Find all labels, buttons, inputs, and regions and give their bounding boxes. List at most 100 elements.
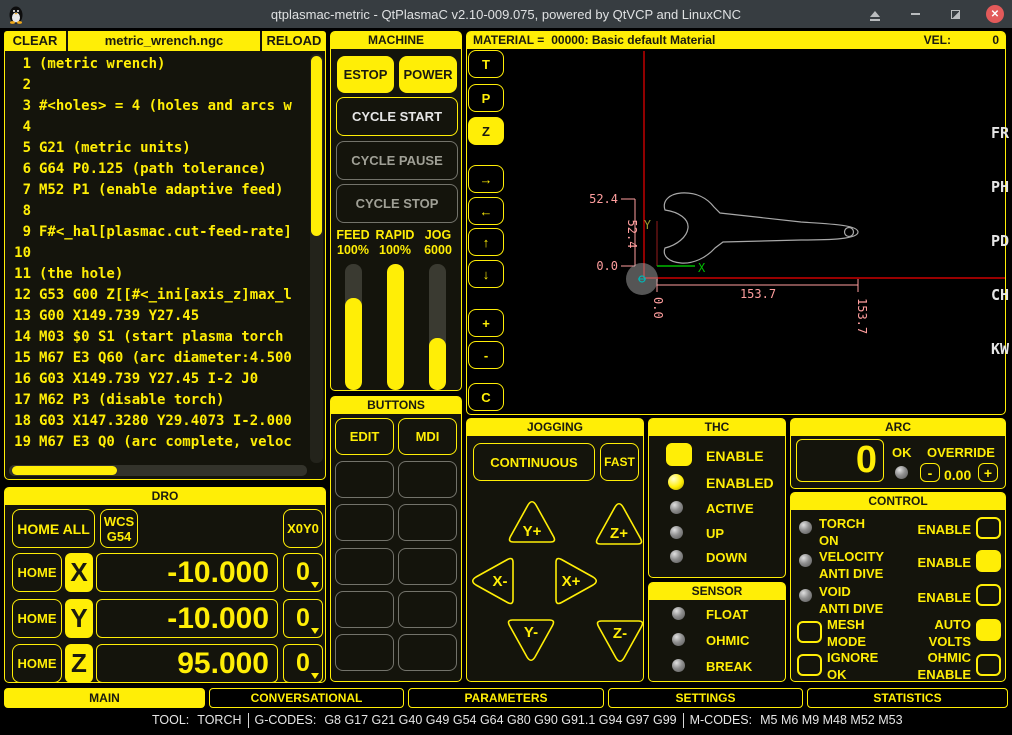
gcode-line[interactable]: 13G00 X149.739 Y27.45	[7, 306, 307, 327]
home-all-button[interactable]: HOME ALL	[12, 509, 95, 548]
jog-y-plus-button[interactable]: Y+	[506, 499, 558, 545]
clear-plot-button[interactable]: C	[468, 383, 504, 411]
gcode-line[interactable]: 8	[7, 201, 307, 222]
jog-y-minus-button[interactable]: Y-	[505, 617, 557, 663]
chevron-down-icon	[311, 582, 319, 588]
gcode-line[interactable]: 4	[7, 117, 307, 138]
ignore-ok-checkbox[interactable]	[797, 654, 822, 676]
view-top-button[interactable]: T	[468, 50, 504, 78]
view-z-button[interactable]: Z	[468, 117, 504, 145]
jog-continuous-button[interactable]: CONTINUOUS	[473, 443, 595, 481]
velocity-enable-checkbox[interactable]	[976, 550, 1001, 572]
wcs-button[interactable]: WCS G54	[100, 509, 138, 548]
arc-override-minus-button[interactable]: -	[920, 463, 940, 482]
gcode-line[interactable]: 11(the hole)	[7, 264, 307, 285]
gcode-line[interactable]: 19M67 E3 Q0 (arc complete, veloc	[7, 432, 307, 453]
material-value[interactable]: 00000: Basic default Material	[551, 32, 715, 49]
tab-statistics[interactable]: STATISTICS	[807, 688, 1008, 708]
jog-override-label: JOG	[416, 228, 460, 242]
gcode-line[interactable]: 3#<holes> = 4 (holes and arcs w	[7, 96, 307, 117]
x-offset-dropdown[interactable]: 0	[283, 553, 323, 592]
user-button-empty[interactable]	[335, 591, 394, 628]
jog-x-plus-button[interactable]: X+	[553, 555, 599, 607]
pan-left-button[interactable]: ←	[468, 197, 504, 225]
home-z-button[interactable]: HOME	[12, 644, 62, 683]
tab-parameters[interactable]: PARAMETERS	[408, 688, 604, 708]
gcode-horizontal-scrollbar[interactable]	[9, 465, 307, 476]
user-button-empty[interactable]	[335, 634, 394, 671]
view-perspective-button[interactable]: P	[468, 84, 504, 112]
pan-down-button[interactable]: ↓	[468, 260, 504, 288]
gcode-line[interactable]: 9F#<_hal[plasmac.cut-feed-rate]	[7, 222, 307, 243]
gcode-line[interactable]: 14M03 $0 S1 (start plasma torch	[7, 327, 307, 348]
x0y0-button[interactable]: X0Y0	[283, 509, 323, 548]
scrollbar-thumb[interactable]	[311, 56, 322, 236]
user-button-empty[interactable]	[335, 548, 394, 585]
gcode-line[interactable]: 5G21 (metric units)	[7, 138, 307, 159]
arc-ok-led	[895, 466, 908, 479]
void-enable-checkbox[interactable]	[976, 584, 1001, 606]
preview-canvas[interactable]: 52.4 52.4 0.0 153.7 0.0 153.7 X Y	[468, 49, 1005, 414]
gcode-line[interactable]: 18G03 X147.3280 Y29.4073 I-2.000	[7, 411, 307, 432]
user-button-empty[interactable]	[335, 504, 394, 541]
ohmic-enable-checkbox[interactable]	[976, 654, 1001, 676]
thc-panel: THC ENABLE ENABLED ACTIVE UP DOWN	[648, 418, 786, 578]
gcode-line[interactable]: 16G03 X149.739 Y27.45 I-2 J0	[7, 369, 307, 390]
reload-button[interactable]: RELOAD	[260, 31, 326, 51]
gcode-line[interactable]: 17M62 P3 (disable torch)	[7, 390, 307, 411]
estop-button[interactable]: ESTOP	[337, 56, 394, 93]
gcode-line[interactable]: 15M67 E3 Q60 (arc diameter:4.500	[7, 348, 307, 369]
maximize-icon[interactable]	[946, 5, 964, 23]
thc-enable-checkbox[interactable]	[666, 443, 692, 466]
jog-fast-button[interactable]: FAST	[600, 443, 639, 481]
rapid-slider[interactable]	[387, 264, 404, 390]
zoom-out-button[interactable]: -	[468, 341, 504, 369]
minimize-icon[interactable]	[906, 5, 924, 23]
user-button-empty[interactable]	[398, 504, 457, 541]
mesh-mode-checkbox[interactable]	[797, 621, 822, 643]
pan-up-button[interactable]: ↑	[468, 228, 504, 256]
shade-icon[interactable]	[866, 5, 884, 23]
tab-conversational[interactable]: CONVERSATIONAL	[209, 688, 404, 708]
ohmic-label: OHMIC	[706, 633, 749, 648]
cycle-start-button[interactable]: CYCLE START	[336, 97, 458, 136]
user-button-empty[interactable]	[398, 548, 457, 585]
auto-volts-checkbox[interactable]	[976, 619, 1001, 641]
gcode-line[interactable]: 1(metric wrench)	[7, 54, 307, 75]
jog-x-minus-button[interactable]: X-	[470, 555, 516, 607]
torch-enable-checkbox[interactable]	[976, 517, 1001, 539]
gcode-line[interactable]: 7M52 P1 (enable adaptive feed)	[7, 180, 307, 201]
feed-slider[interactable]	[345, 264, 362, 390]
power-button[interactable]: POWER	[399, 56, 457, 93]
close-icon[interactable]: ✕	[986, 5, 1004, 23]
zoom-in-button[interactable]: +	[468, 309, 504, 337]
pan-right-button[interactable]: →	[468, 165, 504, 193]
y-offset-dropdown[interactable]: 0	[283, 599, 323, 638]
user-button-empty[interactable]	[398, 461, 457, 498]
user-button-empty[interactable]	[398, 634, 457, 671]
home-y-button[interactable]: HOME	[12, 599, 62, 638]
tab-main[interactable]: MAIN	[4, 688, 205, 708]
jog-z-plus-button[interactable]: Z+	[593, 501, 645, 547]
gcode-line[interactable]: 10	[7, 243, 307, 264]
cycle-stop-button[interactable]: CYCLE STOP	[336, 184, 458, 223]
gcode-vertical-scrollbar[interactable]	[310, 54, 323, 463]
clear-button[interactable]: CLEAR	[4, 31, 68, 51]
jog-z-minus-button[interactable]: Z-	[594, 618, 646, 664]
cycle-pause-button[interactable]: CYCLE PAUSE	[336, 141, 458, 180]
gcode-line[interactable]: 2	[7, 75, 307, 96]
break-led	[672, 659, 685, 672]
loaded-file-name[interactable]: metric_wrench.ngc	[68, 31, 260, 51]
mdi-button[interactable]: MDI	[398, 418, 457, 455]
user-button-empty[interactable]	[398, 591, 457, 628]
gcode-line[interactable]: 12G53 G00 Z[[#<_ini[axis_z]max_l	[7, 285, 307, 306]
home-x-button[interactable]: HOME	[12, 553, 62, 592]
edit-button[interactable]: EDIT	[335, 418, 394, 455]
user-button-empty[interactable]	[335, 461, 394, 498]
arc-override-plus-button[interactable]: +	[978, 463, 998, 482]
scrollbar-thumb[interactable]	[12, 466, 117, 475]
z-offset-dropdown[interactable]: 0	[283, 644, 323, 683]
tab-settings[interactable]: SETTINGS	[608, 688, 803, 708]
jog-slider[interactable]	[429, 264, 446, 390]
gcode-line[interactable]: 6G64 P0.125 (path tolerance)	[7, 159, 307, 180]
